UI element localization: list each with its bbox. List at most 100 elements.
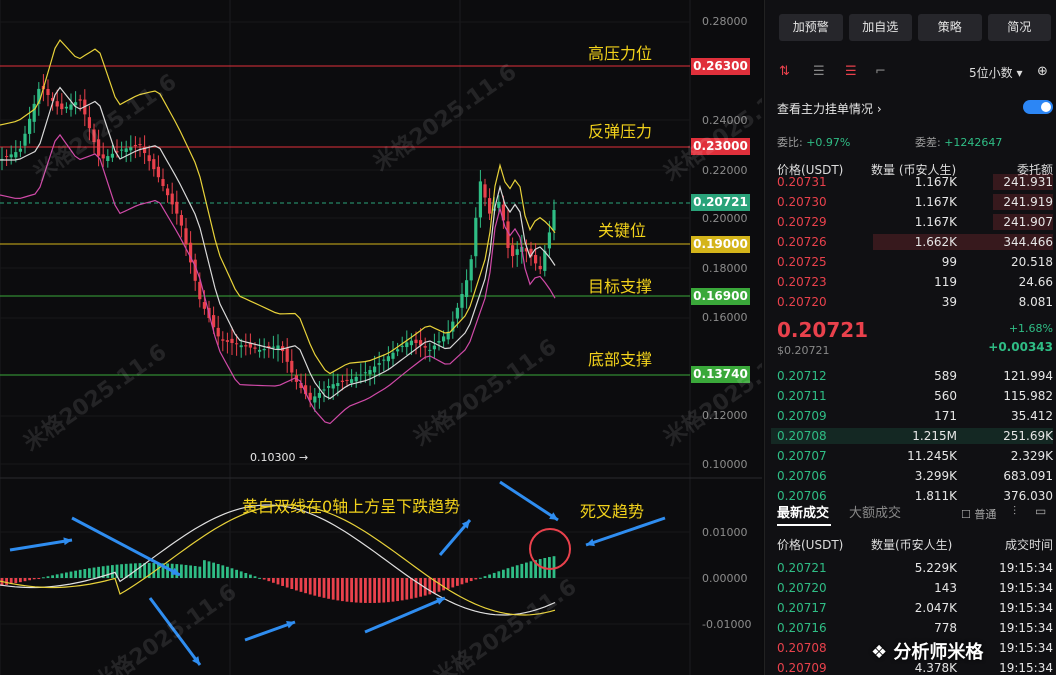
candle-body (244, 345, 248, 347)
candle-body (258, 349, 262, 352)
add-watchlist-button[interactable]: 加自选 (848, 14, 912, 41)
macd-bar (249, 574, 252, 578)
macd-bar (262, 578, 266, 580)
macd-bar (308, 578, 312, 595)
annotation-key-level: 关键位 (598, 221, 647, 240)
axis-tick: 0.20000 (702, 212, 748, 225)
bid-row[interactable]: 0.20707 11.245K 2.329K (777, 446, 1053, 466)
row-amount: 19:15:34 (999, 641, 1053, 655)
candle-body (327, 386, 331, 388)
row-price: 0.20707 (777, 449, 827, 463)
candle-body (359, 374, 363, 376)
row-amount: 376.030 (1003, 489, 1053, 503)
macd-bar (299, 578, 303, 592)
ask-row[interactable]: 0.20730 1.167K 241.919 (777, 192, 1053, 212)
macd-bar (207, 561, 211, 578)
ask-row[interactable]: 0.20731 1.167K 241.931 (777, 172, 1053, 192)
macd-bar (83, 569, 87, 578)
macd-bar (313, 578, 317, 596)
macd-bar (336, 578, 340, 601)
candle-body (354, 376, 358, 382)
macd-bar (92, 567, 96, 578)
row-amount: 121.994 (1003, 369, 1053, 383)
row-amount: 35.412 (1011, 409, 1053, 423)
candle-body (184, 228, 188, 244)
row-qty: 1.167K (914, 175, 957, 189)
bid-row[interactable]: 0.20709 171 35.412 (777, 406, 1053, 426)
row-qty: 11.245K (907, 449, 957, 463)
candle-body (69, 104, 73, 110)
more-icon[interactable]: ⊕ (1037, 64, 1048, 79)
macd-bar (120, 564, 123, 578)
row-qty: 143 (934, 581, 957, 595)
both-sides-icon[interactable]: ⇅ (779, 64, 790, 79)
tab-latest-trades[interactable]: 最新成交 (777, 502, 829, 521)
ask-row[interactable]: 0.20723 119 24.66 (777, 272, 1053, 292)
row-price: 0.20731 (777, 175, 827, 189)
annotation-high-resistance: 高压力位 (588, 44, 653, 63)
macd-bar (65, 572, 68, 578)
strategy-button[interactable]: 策略 (918, 14, 982, 41)
trade-row[interactable]: 0.20717 2.047K 19:15:34 (777, 598, 1053, 618)
macd-bar (410, 578, 413, 599)
trade-row[interactable]: 0.20716 778 19:15:34 (777, 618, 1053, 638)
filter-icon[interactable]: ⫶ (1013, 504, 1016, 519)
ask-row[interactable]: 0.20720 39 8.081 (777, 292, 1053, 312)
bid-row[interactable]: 0.20711 560 115.982 (777, 386, 1053, 406)
row-amount: 19:15:34 (999, 601, 1053, 615)
ask-row[interactable]: 0.20729 1.167K 241.907 (777, 212, 1053, 232)
trade-row[interactable]: 0.20720 143 19:15:34 (777, 578, 1053, 598)
macd-bar (525, 562, 528, 578)
row-amount: 19:15:34 (999, 581, 1053, 595)
bid-row[interactable]: 0.20706 3.299K 683.091 (777, 466, 1053, 486)
candle-body (373, 366, 377, 373)
macd-bar (428, 578, 432, 595)
annotation-rebound-resistance: 反弹压力 (588, 122, 653, 141)
decimal-select[interactable]: 5位小数 ▾ (969, 64, 1022, 81)
ask-row[interactable]: 0.20725 99 20.518 (777, 252, 1053, 272)
macd-bar (341, 578, 344, 602)
axis-tick: 0.10000 (702, 458, 748, 471)
macd-bar (506, 568, 510, 578)
overview-button[interactable]: 简况 (987, 14, 1051, 41)
candle-body (391, 352, 395, 359)
chart-area[interactable]: 0.28000 0.24000 0.22000 0.20000 0.18000 … (0, 0, 762, 675)
candle-body (64, 106, 68, 109)
axis-tick: 0.18000 (702, 262, 748, 275)
main-orders-toggle[interactable] (1023, 100, 1053, 114)
macd-bar (32, 578, 36, 580)
macd-bar (184, 564, 188, 578)
tab-large-trades[interactable]: 大额成交 (849, 502, 901, 521)
macd-bar (373, 578, 376, 603)
depth-icon[interactable]: ⌐ (875, 64, 886, 79)
macd-axis-tick: 0.01000 (702, 526, 748, 539)
collapse-icon[interactable]: ▭ (1035, 504, 1046, 518)
macd-bar (69, 571, 73, 578)
macd-bar (166, 563, 169, 578)
normal-filter[interactable]: ☐ 普通 (961, 506, 996, 522)
candle-body (414, 339, 418, 343)
macd-bar (327, 578, 330, 599)
bid-row[interactable]: 0.20712 589 121.994 (777, 366, 1053, 386)
macd-bar (42, 577, 45, 579)
row-price: 0.20709 (777, 409, 827, 423)
asks-only-icon[interactable]: ☰ (845, 64, 857, 79)
price-tag-current: 0.20721 (691, 194, 750, 211)
trade-row[interactable]: 0.20721 5.229K 19:15:34 (777, 558, 1053, 578)
ask-row[interactable]: 0.20726 1.662K 344.466 (777, 232, 1053, 252)
row-qty: 171 (934, 409, 957, 423)
row-price: 0.20706 (777, 469, 827, 483)
row-price: 0.20709 (777, 661, 827, 675)
macd-dif-line (0, 504, 556, 616)
bid-row[interactable]: 0.20708 1.215M 251.69K (771, 426, 1053, 446)
candle-body (101, 154, 105, 159)
candle-body (488, 198, 492, 214)
commission-diff-label: 委差: (915, 136, 941, 149)
main-orders-link[interactable]: 查看主力挂单情况 › (777, 100, 882, 117)
macd-bar (364, 578, 367, 603)
candle-body (423, 346, 427, 348)
bids-only-icon[interactable]: ☰ (813, 64, 825, 79)
candle-body (345, 379, 349, 381)
add-alert-button[interactable]: 加预警 (779, 14, 843, 41)
macd-bar (391, 578, 395, 602)
